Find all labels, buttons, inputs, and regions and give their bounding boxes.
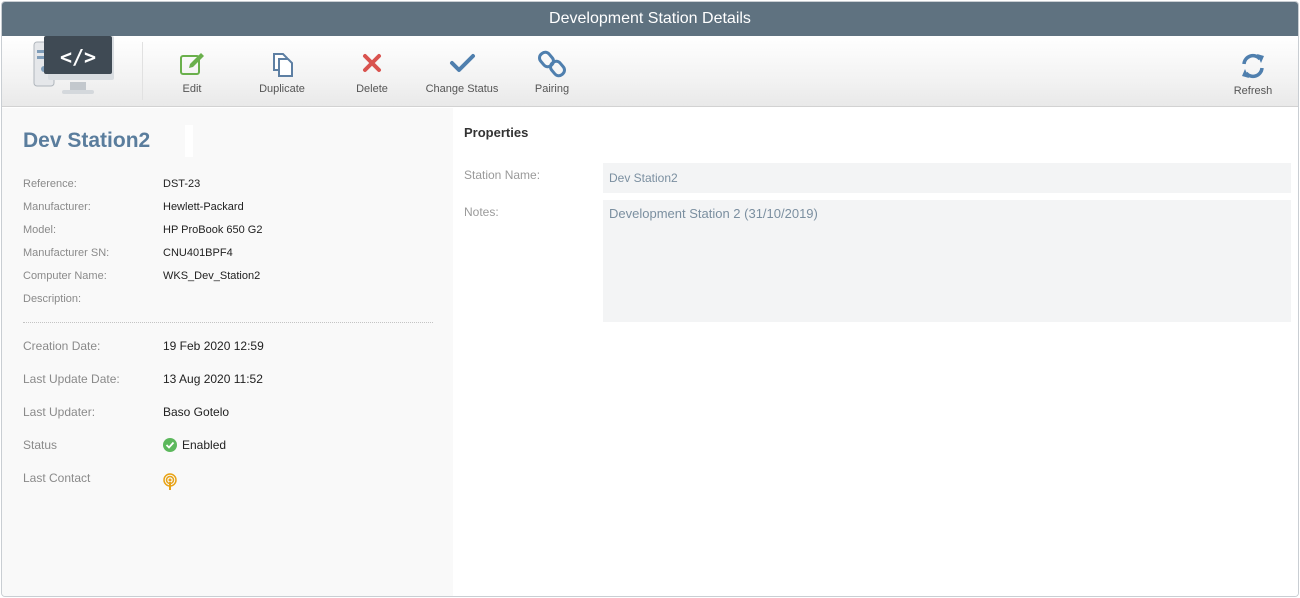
pairing-button[interactable]: Pairing <box>507 50 597 95</box>
link-icon <box>538 50 566 78</box>
refresh-icon <box>1242 53 1264 79</box>
notes-field[interactable]: Development Station 2 (31/10/2019) <box>603 200 1291 322</box>
status-text: Enabled <box>182 438 227 452</box>
edit-icon <box>180 53 204 75</box>
properties-heading: Properties <box>464 125 529 140</box>
details-window: Development Station Details </> Edit Dup… <box>1 1 1299 597</box>
station-name-field[interactable]: Dev Station2 <box>603 163 1291 193</box>
dev-station-logo-icon: </> <box>33 36 114 94</box>
refresh-button[interactable]: Refresh <box>1208 52 1298 97</box>
check-icon <box>450 54 475 72</box>
change-status-button[interactable]: Change Status <box>417 50 507 95</box>
signal-icon <box>163 473 177 490</box>
station-summary-panel: Dev Station2 Reference: DST-23 Manufactu… <box>2 108 453 596</box>
delete-icon <box>363 54 381 72</box>
svg-text:</>: </> <box>60 45 96 69</box>
title-mark <box>185 125 193 157</box>
station-name-heading: Dev Station2 <box>23 129 151 152</box>
toolbar-separator <box>142 42 143 100</box>
enabled-check-icon <box>163 438 177 452</box>
window-title: Development Station Details <box>2 2 1298 36</box>
delete-button[interactable]: Delete <box>327 50 417 95</box>
station-name-label: Station Name: <box>464 168 541 182</box>
duplicate-button[interactable]: Duplicate <box>237 50 327 95</box>
toolbar: </> Edit Duplicate Delete Change Status … <box>2 36 1298 107</box>
duplicate-icon <box>273 53 293 77</box>
properties-panel: Properties Station Name: Dev Station2 No… <box>453 108 1298 596</box>
edit-button[interactable]: Edit <box>147 50 237 95</box>
section-divider <box>23 322 433 323</box>
notes-label: Notes: <box>464 205 499 219</box>
status-value: Enabled <box>163 437 423 453</box>
